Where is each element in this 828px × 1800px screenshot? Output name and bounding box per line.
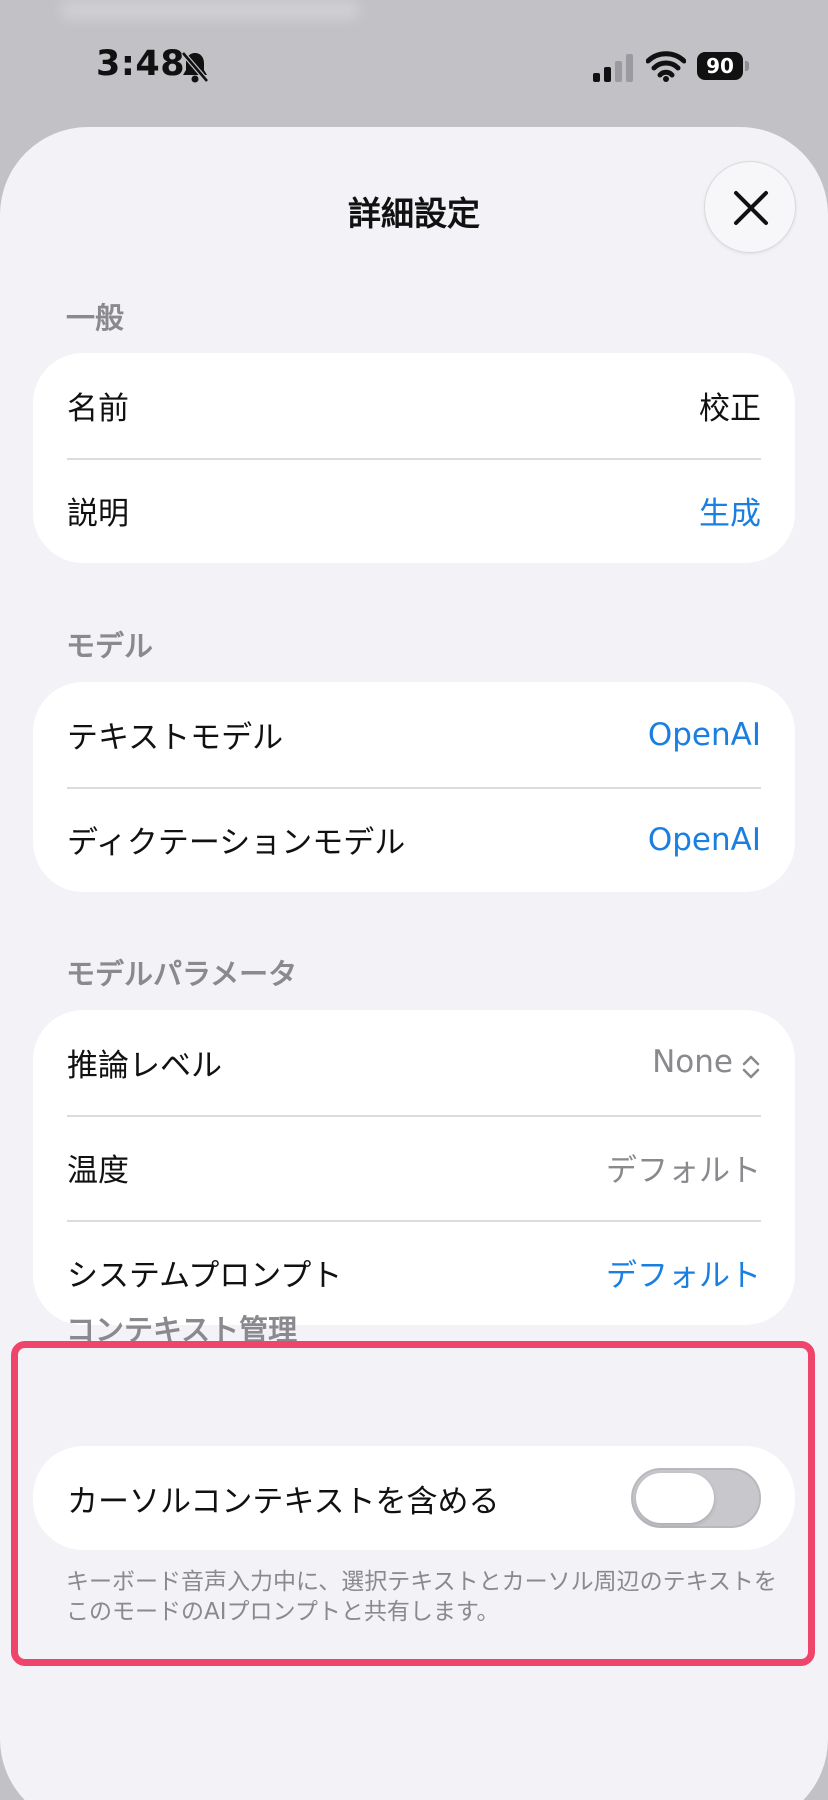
row-description[interactable]: 説明 生成 [33, 458, 795, 563]
dictation-model-value[interactable]: OpenAI [648, 822, 761, 858]
row-label: 説明 [67, 496, 129, 532]
battery-icon: 90 [697, 52, 749, 80]
blurred-background [60, 0, 360, 20]
reasoning-level-picker[interactable]: None [652, 1044, 761, 1082]
system-prompt-value[interactable]: デフォルト [606, 1250, 761, 1295]
chevron-up-down-icon [742, 1055, 760, 1079]
cellular-signal-icon [593, 54, 633, 82]
battery-level: 90 [697, 52, 743, 80]
reasoning-level-value: None [652, 1043, 733, 1080]
section-header-general: 一般 [66, 301, 125, 335]
text-model-value[interactable]: OpenAI [648, 717, 761, 753]
wifi-icon [646, 51, 686, 82]
section-header-model: モデル [66, 629, 154, 663]
row-label: ディクテーションモデル [67, 825, 406, 861]
highlight-annotation-box [11, 1341, 815, 1666]
row-label: 温度 [67, 1153, 129, 1189]
group-model: テキストモデル OpenAI ディクテーションモデル OpenAI [33, 682, 795, 892]
row-name[interactable]: 名前 校正 [33, 353, 795, 458]
section-header-params: モデルパラメータ [66, 957, 298, 991]
row-label: テキストモデル [67, 720, 284, 756]
group-general: 名前 校正 説明 生成 [33, 353, 795, 563]
generate-link[interactable]: 生成 [699, 488, 761, 533]
group-params: 推論レベル None 温度 デフォルト システムプロンプト デフォルト [33, 1010, 795, 1325]
row-dictation-model[interactable]: ディクテーションモデル OpenAI [33, 787, 795, 892]
close-button[interactable] [704, 161, 796, 253]
row-value: 校正 [699, 391, 761, 427]
status-bar: 3:48 90 [0, 0, 828, 128]
temperature-value: デフォルト [606, 1153, 761, 1189]
close-icon [734, 191, 768, 225]
bell-slash-icon [181, 51, 209, 83]
status-time: 3:48 [96, 44, 186, 84]
row-temperature[interactable]: 温度 デフォルト [33, 1115, 795, 1220]
row-label: 名前 [67, 391, 129, 427]
row-label: システムプロンプト [67, 1258, 343, 1294]
row-text-model[interactable]: テキストモデル OpenAI [33, 682, 795, 787]
row-reasoning-level[interactable]: 推論レベル None [33, 1010, 795, 1115]
row-label: 推論レベル [67, 1048, 222, 1084]
